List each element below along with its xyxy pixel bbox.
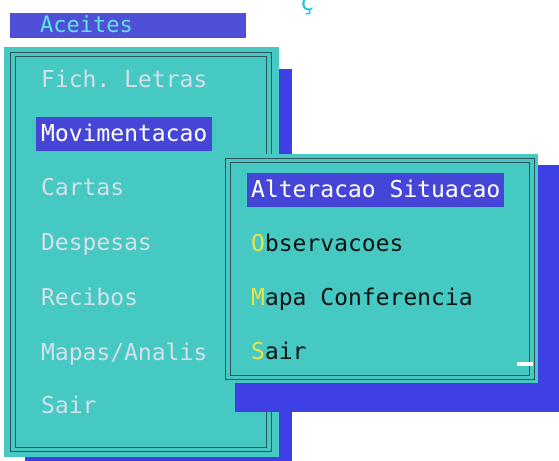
hotkey-letter: S bbox=[251, 339, 265, 365]
submenu-item-label: bservacoes bbox=[264, 231, 404, 257]
submenu-item-label: air bbox=[264, 339, 307, 365]
text-cursor bbox=[517, 362, 533, 366]
submenu-item-label: Alteracao Situacao bbox=[251, 177, 501, 203]
hotkey-letter: M bbox=[251, 285, 265, 311]
menu-item-fich-letras[interactable]: Fich. Letras bbox=[36, 63, 212, 97]
submenu-item-sair[interactable]: Sair bbox=[247, 335, 310, 369]
menu-item-cartas[interactable]: Cartas bbox=[36, 171, 129, 205]
hotkey-letter: O bbox=[251, 231, 265, 257]
title-fragment: ç bbox=[300, 0, 315, 16]
menu-item-sair[interactable]: Sair bbox=[36, 389, 101, 423]
submenu-item-alteracao-situacao[interactable]: Alteracao Situacao bbox=[247, 173, 505, 207]
menu-item-despesas[interactable]: Despesas bbox=[36, 226, 157, 260]
menu-item-movimentacao[interactable]: Movimentacao bbox=[36, 117, 213, 151]
menu-item-mapas-analis[interactable]: Mapas/Analis bbox=[36, 336, 212, 370]
submenu-item-observacoes[interactable]: Observacoes bbox=[247, 227, 407, 261]
submenu-item-mapa-conferencia[interactable]: Mapa Conferencia bbox=[247, 281, 477, 315]
menu-header-aceites[interactable]: Aceites bbox=[10, 13, 246, 38]
submenu-item-label: apa Conferencia bbox=[264, 285, 473, 311]
menu-item-recibos[interactable]: Recibos bbox=[36, 281, 143, 315]
